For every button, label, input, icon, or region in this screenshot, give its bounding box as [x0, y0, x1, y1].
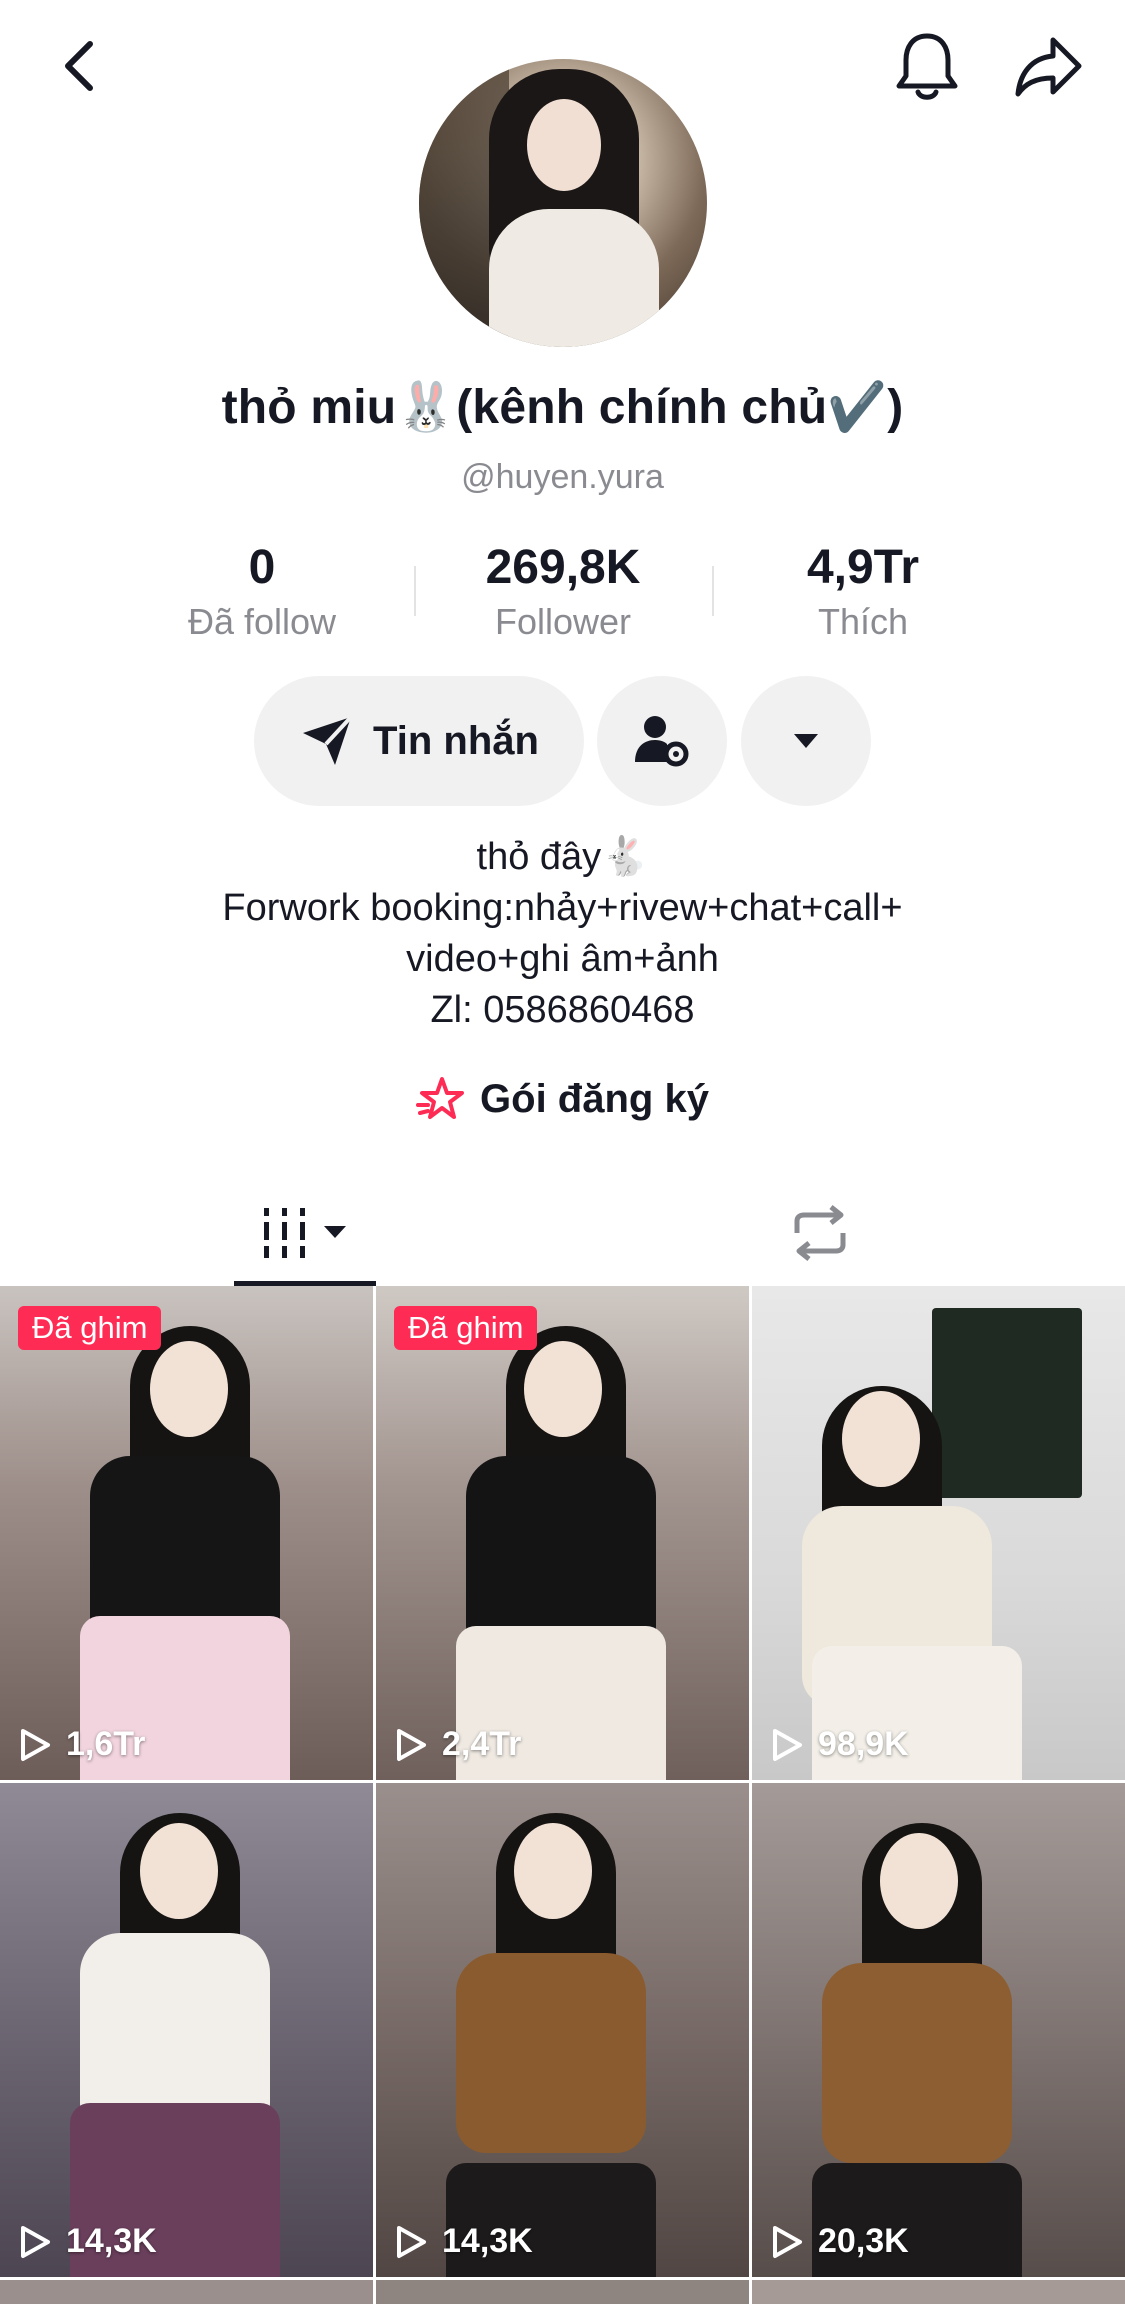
username: @huyen.yura [461, 458, 664, 496]
view-count: 2,4Tr [394, 1725, 521, 1764]
play-icon [397, 1728, 426, 1761]
stat-likes[interactable]: 4,9Tr Thích [733, 540, 993, 643]
video-tile[interactable]: 14,3K [376, 1783, 749, 2277]
video-tile[interactable] [0, 2280, 373, 2304]
stat-followers-label: Follower [494, 601, 632, 642]
view-count-value: 14,3K [66, 2222, 157, 2260]
bio-line: video+ghi âm+ảnh [406, 938, 719, 980]
video-tile[interactable]: 14,3K [0, 1783, 373, 2277]
share-button[interactable] [1004, 22, 1094, 112]
display-name: thỏ miu🐰(kênh chính chủ✔️) [221, 381, 904, 434]
play-icon [773, 2225, 802, 2258]
view-count-value: 1,6Tr [66, 1725, 146, 1763]
notifications-button[interactable] [882, 22, 972, 112]
tab-reposts[interactable] [770, 1180, 870, 1286]
avatar[interactable] [419, 59, 707, 347]
subscription-link[interactable]: Gói đăng ký [0, 1075, 1125, 1123]
user-settings-icon [635, 716, 689, 767]
repost-icon [794, 1205, 846, 1261]
stats-row: 0 Đã follow 269,8K Follower 4,9Tr Thích [0, 540, 1125, 650]
stat-followers-value: 269,8K [485, 541, 641, 594]
bio-line: thỏ đây🐇 [476, 836, 649, 878]
bio-line: Zl: 0586860468 [430, 989, 695, 1031]
bio: thỏ đây🐇 Forwork booking:nhảy+rivew+chat… [0, 832, 1125, 1036]
stat-following-value: 0 [248, 541, 276, 594]
video-tile[interactable] [752, 2280, 1125, 2304]
subscription-star-icon [416, 1077, 465, 1119]
content-tabs [0, 1180, 1125, 1286]
view-count: 14,3K [18, 2222, 157, 2261]
video-tile[interactable]: 20,3K [752, 1783, 1125, 2277]
profile-page: thỏ miu🐰(kênh chính chủ✔️) @huyen.yura 0… [0, 0, 1125, 2304]
stat-following-label: Đã follow [187, 601, 337, 642]
message-button[interactable]: Tin nhắn [254, 676, 584, 806]
view-count: 14,3K [394, 2222, 533, 2261]
view-count-value: 98,9K [818, 1725, 909, 1763]
pinned-badge: Đã ghim [18, 1306, 162, 1350]
video-tile[interactable]: 98,9K [752, 1286, 1125, 1780]
chevron-down-icon [794, 734, 818, 748]
stat-divider [414, 566, 416, 616]
subscription-label: Gói đăng ký [480, 1076, 709, 1121]
bell-icon [896, 33, 958, 100]
play-icon [21, 2225, 50, 2258]
view-count: 1,6Tr [18, 1725, 145, 1764]
video-grid-icon [264, 1208, 346, 1258]
back-button[interactable] [40, 26, 120, 106]
view-count: 98,9K [770, 1725, 909, 1764]
video-tile[interactable]: Đã ghim 2,4Tr [376, 1286, 749, 1780]
share-icon [1015, 37, 1082, 97]
more-options-button[interactable] [741, 676, 871, 806]
video-tile[interactable]: Đã ghim 1,6Tr [0, 1286, 373, 1780]
video-tile[interactable] [376, 2280, 749, 2304]
play-icon [21, 1728, 50, 1761]
bio-line: Forwork booking:nhảy+rivew+chat+call+ [222, 887, 903, 929]
view-count: 20,3K [770, 2222, 909, 2261]
send-icon [303, 715, 353, 765]
stat-following[interactable]: 0 Đã follow [132, 540, 392, 643]
view-count-value: 20,3K [818, 2222, 909, 2260]
stat-followers[interactable]: 269,8K Follower [433, 540, 693, 643]
back-icon [65, 41, 93, 91]
stat-likes-label: Thích [817, 601, 909, 642]
play-icon [773, 1728, 802, 1761]
tab-videos[interactable] [234, 1180, 376, 1286]
stat-divider [712, 566, 714, 616]
message-button-label: Tin nhắn [373, 718, 539, 763]
pinned-badge: Đã ghim [394, 1306, 538, 1350]
view-count-value: 2,4Tr [442, 1725, 522, 1763]
view-count-value: 14,3K [442, 2222, 533, 2260]
user-settings-button[interactable] [597, 676, 727, 806]
stat-likes-value: 4,9Tr [806, 541, 920, 594]
play-icon [397, 2225, 426, 2258]
